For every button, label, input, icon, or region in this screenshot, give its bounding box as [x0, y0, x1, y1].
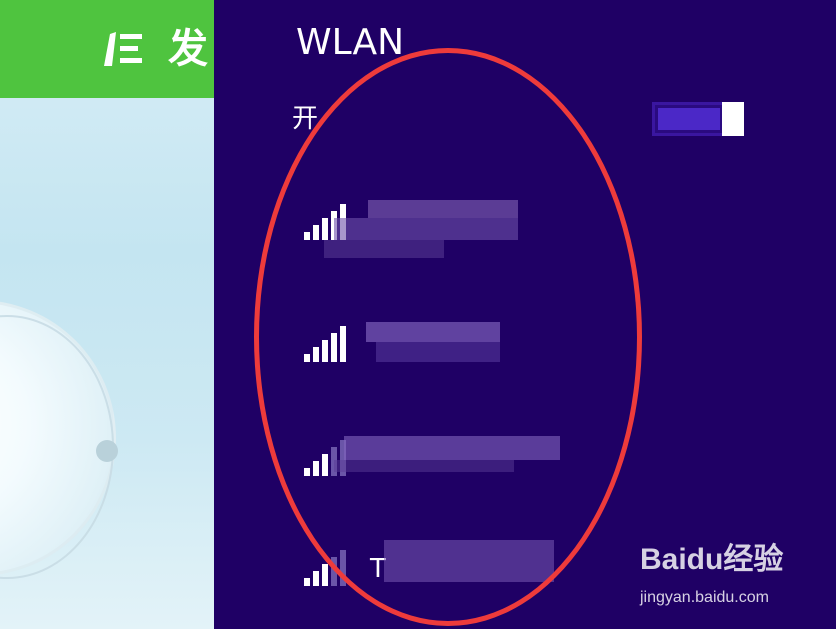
blurred-ssid — [344, 436, 560, 460]
wifi-toggle-thumb[interactable] — [722, 102, 744, 136]
blurred-ssid — [334, 460, 514, 472]
signal-bar — [322, 564, 328, 586]
signal-bar — [313, 571, 319, 586]
signal-bar — [304, 232, 310, 240]
signal-bar — [313, 347, 319, 362]
blurred-ssid — [384, 540, 554, 582]
wifi-toggle[interactable] — [652, 102, 744, 136]
network-item[interactable] — [304, 322, 724, 386]
signal-bar — [322, 218, 328, 240]
app-header: 发 — [0, 0, 214, 98]
network-item[interactable] — [304, 436, 724, 500]
signal-bar — [331, 333, 337, 362]
blurred-ssid — [368, 200, 518, 218]
background-app: 发 — [0, 0, 214, 629]
baidu-watermark: Baidu经验 jingyan.baidu.com — [640, 540, 830, 614]
watermark-logo: Baidu经验 — [640, 543, 784, 576]
decorative-knob — [96, 440, 118, 462]
network-item[interactable] — [304, 200, 724, 264]
signal-bar — [322, 454, 328, 476]
blurred-ssid — [324, 240, 444, 258]
signal-bar — [304, 354, 310, 362]
blurred-ssid — [334, 218, 518, 240]
signal-icon — [304, 550, 346, 586]
wifi-toggle-label: 开 — [292, 104, 319, 134]
pencil-icon — [104, 32, 142, 66]
wlan-panel: WLAN 开 T — [214, 0, 836, 629]
signal-bar — [313, 225, 319, 240]
signal-bar — [331, 557, 337, 586]
signal-bar — [304, 578, 310, 586]
signal-bar — [340, 550, 346, 586]
wifi-toggle-fill — [658, 108, 720, 130]
signal-icon — [304, 326, 346, 362]
blurred-ssid — [376, 342, 500, 362]
signal-bar — [340, 326, 346, 362]
signal-bar — [322, 340, 328, 362]
signal-bar — [313, 461, 319, 476]
signal-bar — [304, 468, 310, 476]
watermark-url: jingyan.baidu.com — [640, 589, 769, 606]
blurred-ssid — [366, 322, 500, 342]
panel-title: WLAN — [296, 22, 405, 63]
app-title: 发 — [168, 26, 208, 72]
